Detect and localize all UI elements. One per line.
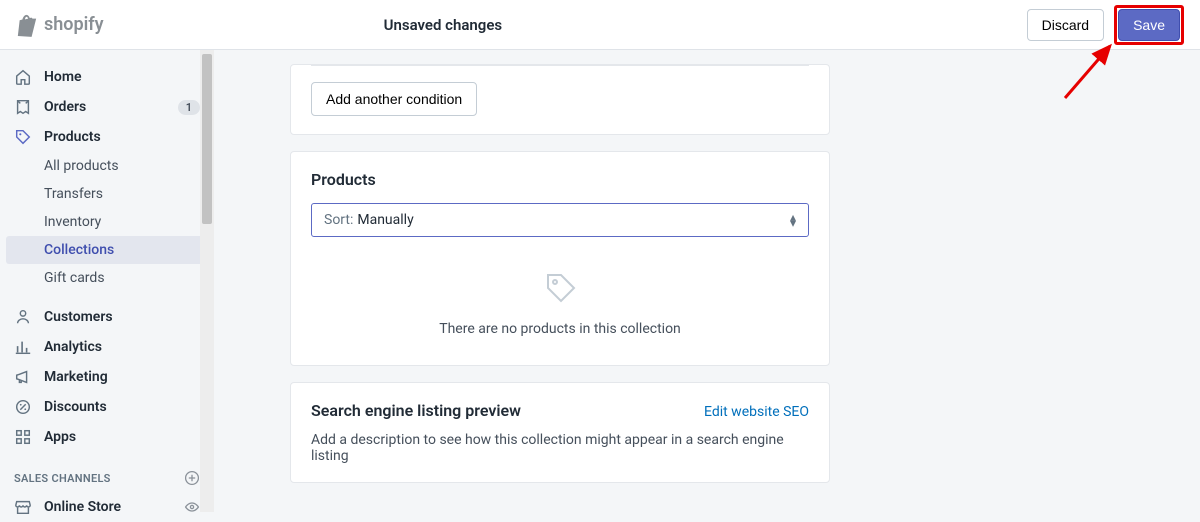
orders-icon (14, 98, 32, 116)
nav-analytics[interactable]: Analytics (0, 332, 214, 362)
nav-products-label: Products (44, 129, 101, 145)
orders-badge: 1 (178, 100, 200, 115)
analytics-icon (14, 338, 32, 356)
scrollbar-thumb[interactable] (202, 54, 212, 224)
add-condition-button[interactable]: Add another condition (311, 82, 477, 116)
sales-channels-label: SALES CHANNELS (14, 472, 111, 485)
sub-collections[interactable]: Collections (6, 236, 208, 264)
sub-all-products[interactable]: All products (0, 152, 214, 180)
tag-icon (14, 128, 32, 146)
add-channel-icon[interactable] (184, 470, 200, 486)
nav-discounts[interactable]: Discounts (0, 392, 214, 422)
empty-state: There are no products in this collection (311, 237, 809, 347)
nav-products[interactable]: Products (0, 122, 214, 152)
nav-online-store-label: Online Store (44, 499, 121, 515)
nav-customers-label: Customers (44, 309, 113, 325)
sub-gift-cards[interactable]: Gift cards (0, 264, 214, 292)
select-caret-icon: ▴▾ (790, 214, 796, 226)
sort-label: Sort: (324, 212, 353, 228)
nav-marketing-label: Marketing (44, 369, 108, 385)
unsaved-changes-label: Unsaved changes (104, 16, 1027, 34)
products-card: Products Sort: Manually ▴▾ There are no … (290, 151, 830, 366)
nav-customers[interactable]: Customers (0, 302, 214, 332)
nav-marketing[interactable]: Marketing (0, 362, 214, 392)
seo-card-title: Search engine listing preview (311, 401, 521, 420)
sub-inventory[interactable]: Inventory (0, 208, 214, 236)
empty-tag-icon (540, 267, 580, 307)
seo-card: Search engine listing preview Edit websi… (290, 382, 830, 483)
nav-analytics-label: Analytics (44, 339, 102, 355)
sales-channels-header: SALES CHANNELS (0, 452, 214, 492)
sub-transfers[interactable]: Transfers (0, 180, 214, 208)
nav-home-label: Home (44, 69, 82, 85)
divider (311, 65, 809, 66)
edit-seo-link[interactable]: Edit website SEO (704, 404, 809, 420)
shopify-logo: shopify (16, 13, 104, 37)
nav-discounts-label: Discounts (44, 399, 107, 415)
nav-orders[interactable]: Orders 1 (0, 92, 214, 122)
empty-text: There are no products in this collection (311, 321, 809, 337)
nav-online-store[interactable]: Online Store (0, 492, 214, 522)
customers-icon (14, 308, 32, 326)
apps-icon (14, 428, 32, 446)
discard-button[interactable]: Discard (1027, 9, 1104, 41)
nav-home[interactable]: Home (0, 62, 214, 92)
conditions-card: Add another condition (290, 64, 830, 135)
megaphone-icon (14, 368, 32, 386)
brand-label: shopify (44, 14, 104, 35)
store-icon (14, 498, 32, 516)
save-button[interactable]: Save (1118, 9, 1180, 41)
products-card-title: Products (311, 170, 809, 189)
nav-orders-label: Orders (44, 99, 86, 115)
sidebar: Home Orders 1 Products All products Tran… (0, 50, 214, 512)
view-store-icon[interactable] (184, 499, 200, 515)
shopify-bag-icon (16, 13, 38, 37)
main-content: Add another condition Products Sort: Man… (214, 50, 1200, 512)
home-icon (14, 68, 32, 86)
scrollbar-track[interactable] (200, 50, 214, 512)
sort-value: Manually (357, 212, 413, 228)
nav-apps-label: Apps (44, 429, 76, 445)
save-highlight-box: Save (1114, 5, 1184, 45)
discounts-icon (14, 398, 32, 416)
seo-description: Add a description to see how this collec… (311, 432, 809, 464)
nav-apps[interactable]: Apps (0, 422, 214, 452)
sort-select[interactable]: Sort: Manually ▴▾ (311, 203, 809, 237)
